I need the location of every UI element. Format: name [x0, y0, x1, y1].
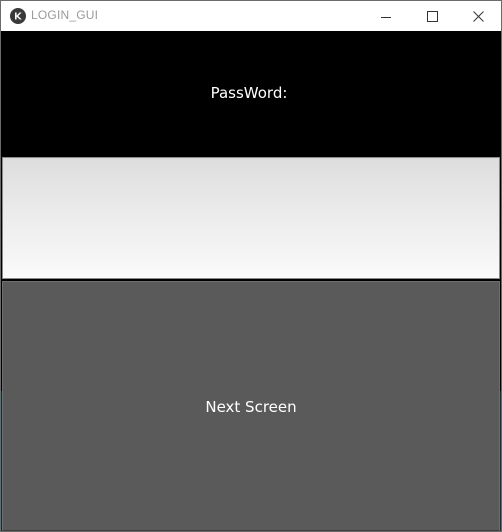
next-screen-button-label: Next Screen: [205, 398, 297, 416]
minimize-icon: [381, 7, 391, 26]
window-edge-right: [500, 391, 501, 531]
title-bar[interactable]: LOGIN_GUI: [1, 1, 501, 31]
window-edge-left: [1, 391, 2, 531]
app-content: PassWord: Next Screen: [1, 31, 501, 531]
close-button[interactable]: [455, 1, 501, 31]
window-title: LOGIN_GUI: [31, 8, 99, 22]
minimize-button[interactable]: [363, 1, 409, 31]
password-label: PassWord:: [210, 84, 288, 102]
login-window: LOGIN_GUI PassWord: Next Screen: [0, 0, 502, 532]
close-icon: [472, 7, 484, 26]
kivy-logo-icon: [10, 8, 26, 24]
next-screen-button[interactable]: Next Screen: [2, 281, 500, 531]
maximize-button[interactable]: [409, 1, 455, 31]
password-label-area: PassWord:: [1, 31, 501, 157]
maximize-icon: [426, 7, 438, 26]
password-input[interactable]: [2, 157, 500, 279]
